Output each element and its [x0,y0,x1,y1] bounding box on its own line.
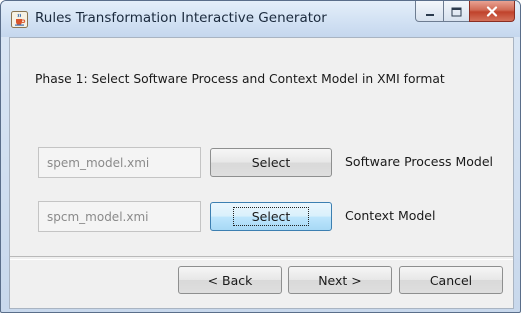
back-button-label: < Back [207,272,253,288]
title-bar[interactable]: Rules Transformation Interactive Generat… [1,1,520,37]
cancel-button-label: Cancel [429,272,473,288]
minimize-button[interactable] [415,1,444,22]
dialog-window: Rules Transformation Interactive Generat… [0,0,521,313]
software-process-file-field[interactable] [38,147,201,178]
phase-instruction: Phase 1: Select Software Process and Con… [35,72,445,86]
next-button-label: Next > [318,272,362,288]
cancel-button[interactable]: Cancel [399,266,503,294]
select-software-process-button[interactable]: Select [210,148,332,177]
select-button-label: Select [232,207,310,226]
select-context-model-button[interactable]: Select [210,202,332,231]
minimize-icon [425,2,435,21]
footer-divider [10,256,513,260]
maximize-icon [451,2,462,21]
context-model-file-field[interactable] [38,201,201,232]
close-icon [486,2,498,21]
maximize-button[interactable] [443,1,470,22]
select-button-label: Select [251,155,291,170]
next-button[interactable]: Next > [288,266,392,294]
window-title: Rules Transformation Interactive Generat… [35,10,327,26]
context-model-label: Context Model [345,208,436,223]
close-button[interactable] [469,1,515,22]
dialog-content: Phase 1: Select Software Process and Con… [9,37,514,309]
software-process-model-label: Software Process Model [345,154,493,169]
back-button[interactable]: < Back [178,266,282,294]
java-cup-icon [11,11,28,28]
